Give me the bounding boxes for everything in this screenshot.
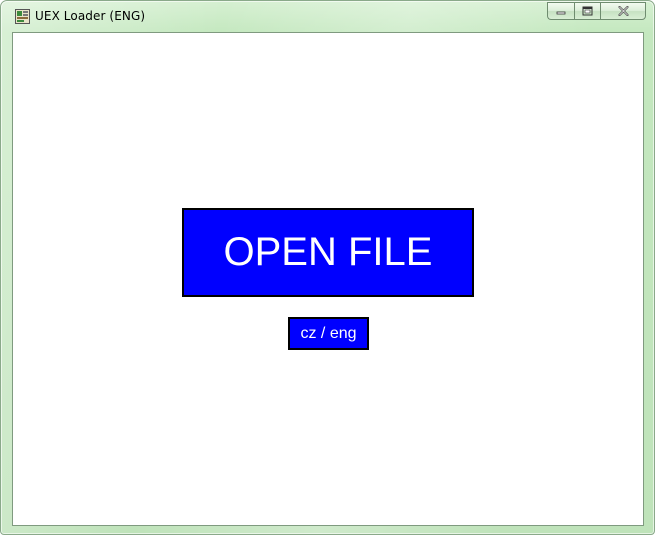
maximize-button[interactable]	[574, 2, 600, 20]
close-icon	[618, 6, 629, 16]
title-bar[interactable]: UEX Loader (ENG)	[1, 1, 654, 31]
minimize-button[interactable]	[547, 2, 574, 20]
minimize-icon	[556, 7, 566, 15]
language-toggle-button[interactable]: cz / eng	[288, 317, 369, 350]
app-window: UEX Loader (ENG) OPEN FILE cz / eng	[0, 0, 655, 535]
client-area: OPEN FILE cz / eng	[12, 32, 644, 526]
window-title: UEX Loader (ENG)	[35, 9, 146, 23]
app-icon[interactable]	[15, 9, 30, 24]
close-button[interactable]	[600, 2, 646, 20]
window-controls	[547, 2, 646, 21]
restore-icon	[582, 6, 593, 16]
open-file-button[interactable]: OPEN FILE	[182, 208, 474, 297]
